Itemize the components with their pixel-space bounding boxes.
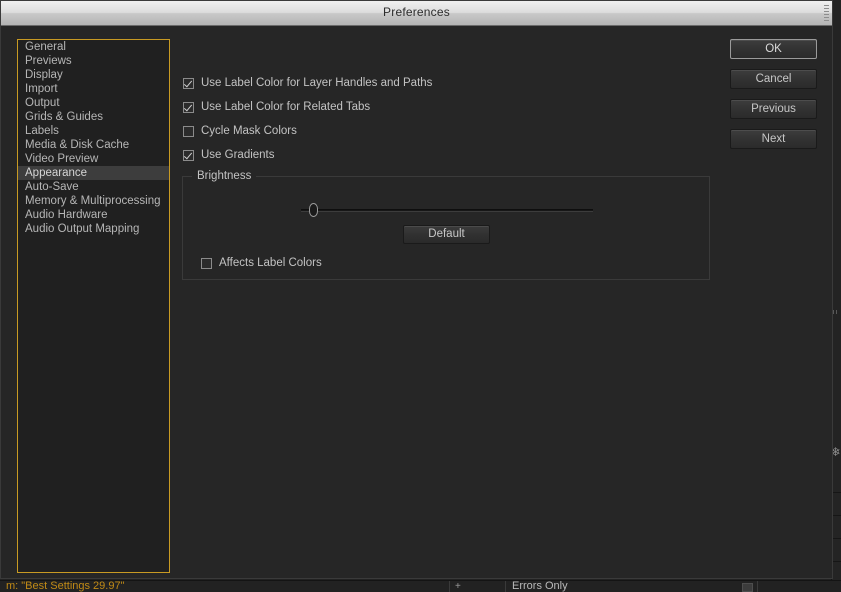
log-level-dropdown[interactable]: Errors Only xyxy=(512,581,568,592)
panel-grip-icon xyxy=(833,310,839,314)
slider-handle[interactable] xyxy=(309,203,318,217)
checkbox-label: Use Label Color for Related Tabs xyxy=(201,101,371,113)
sidebar-item-audio-output-mapping[interactable]: Audio Output Mapping xyxy=(18,222,169,236)
category-list[interactable]: General Previews Display Import Output G… xyxy=(17,39,170,573)
sidebar-item-media-and-disk-cache[interactable]: Media & Disk Cache xyxy=(18,138,169,152)
cancel-button[interactable]: Cancel xyxy=(730,69,817,89)
checkbox-row-use-label-color-layer-handles[interactable]: Use Label Color for Layer Handles and Pa… xyxy=(183,77,432,89)
checkbox-row-use-label-color-related-tabs[interactable]: Use Label Color for Related Tabs xyxy=(183,101,370,113)
brightness-default-button[interactable]: Default xyxy=(403,225,490,244)
checkbox-label: Use Label Color for Layer Handles and Pa… xyxy=(201,77,433,89)
checkbox-label: Cycle Mask Colors xyxy=(201,125,297,137)
checkbox-use-label-color-layer-handles[interactable] xyxy=(183,77,194,89)
background-status-bar: m: "Best Settings 29.97" + Errors Only xyxy=(0,580,841,592)
sidebar-item-appearance[interactable]: Appearance xyxy=(18,166,169,180)
sidebar-item-labels[interactable]: Labels xyxy=(18,124,169,138)
brightness-slider[interactable] xyxy=(301,203,593,217)
checkbox-label: Affects Label Colors xyxy=(219,257,322,269)
dialog-body: General Previews Display Import Output G… xyxy=(1,26,832,578)
ok-button[interactable]: OK xyxy=(730,39,817,59)
status-divider xyxy=(757,581,758,592)
brightness-group-label: Brightness xyxy=(192,170,257,182)
checkbox-row-use-gradients[interactable]: Use Gradients xyxy=(183,149,275,161)
sidebar-item-video-preview[interactable]: Video Preview xyxy=(18,152,169,166)
sidebar-item-output[interactable]: Output xyxy=(18,96,169,110)
sidebar-item-previews[interactable]: Previews xyxy=(18,54,169,68)
sidebar-item-general[interactable]: General xyxy=(18,40,169,54)
background-timeline-rows xyxy=(832,470,841,592)
checkbox-affects-label-colors[interactable] xyxy=(201,257,212,269)
add-output-button[interactable]: + xyxy=(455,581,461,592)
checkbox-use-label-color-related-tabs[interactable] xyxy=(183,101,194,113)
chevron-down-icon[interactable] xyxy=(742,583,753,592)
sidebar-item-audio-hardware[interactable]: Audio Hardware xyxy=(18,208,169,222)
brightness-group: Brightness Default Affects Label Colors xyxy=(182,170,710,280)
checkbox-cycle-mask-colors[interactable] xyxy=(183,125,194,137)
status-divider xyxy=(449,581,450,592)
screen: ❄ m: "Best Settings 29.97" + Errors Only… xyxy=(0,0,841,592)
status-divider xyxy=(505,581,506,592)
sidebar-item-import[interactable]: Import xyxy=(18,82,169,96)
dialog-titlebar[interactable]: Preferences xyxy=(1,1,832,26)
resize-grip-icon[interactable] xyxy=(824,5,829,21)
slider-track[interactable] xyxy=(301,209,593,212)
checkbox-label: Use Gradients xyxy=(201,149,275,161)
preferences-dialog: Preferences General Previews Display Imp… xyxy=(0,0,833,579)
checkbox-use-gradients[interactable] xyxy=(183,149,194,161)
checkbox-row-cycle-mask-colors[interactable]: Cycle Mask Colors xyxy=(183,125,297,137)
sidebar-item-grids-and-guides[interactable]: Grids & Guides xyxy=(18,110,169,124)
dialog-title: Preferences xyxy=(383,5,450,19)
checkbox-row-affects-label-colors[interactable]: Affects Label Colors xyxy=(201,257,322,269)
sidebar-item-memory-and-multiprocessing[interactable]: Memory & Multiprocessing xyxy=(18,194,169,208)
next-button[interactable]: Next xyxy=(730,129,817,149)
sidebar-item-auto-save[interactable]: Auto-Save xyxy=(18,180,169,194)
render-settings-label: m: "Best Settings 29.97" xyxy=(6,580,125,592)
sidebar-item-display[interactable]: Display xyxy=(18,68,169,82)
previous-button[interactable]: Previous xyxy=(730,99,817,119)
